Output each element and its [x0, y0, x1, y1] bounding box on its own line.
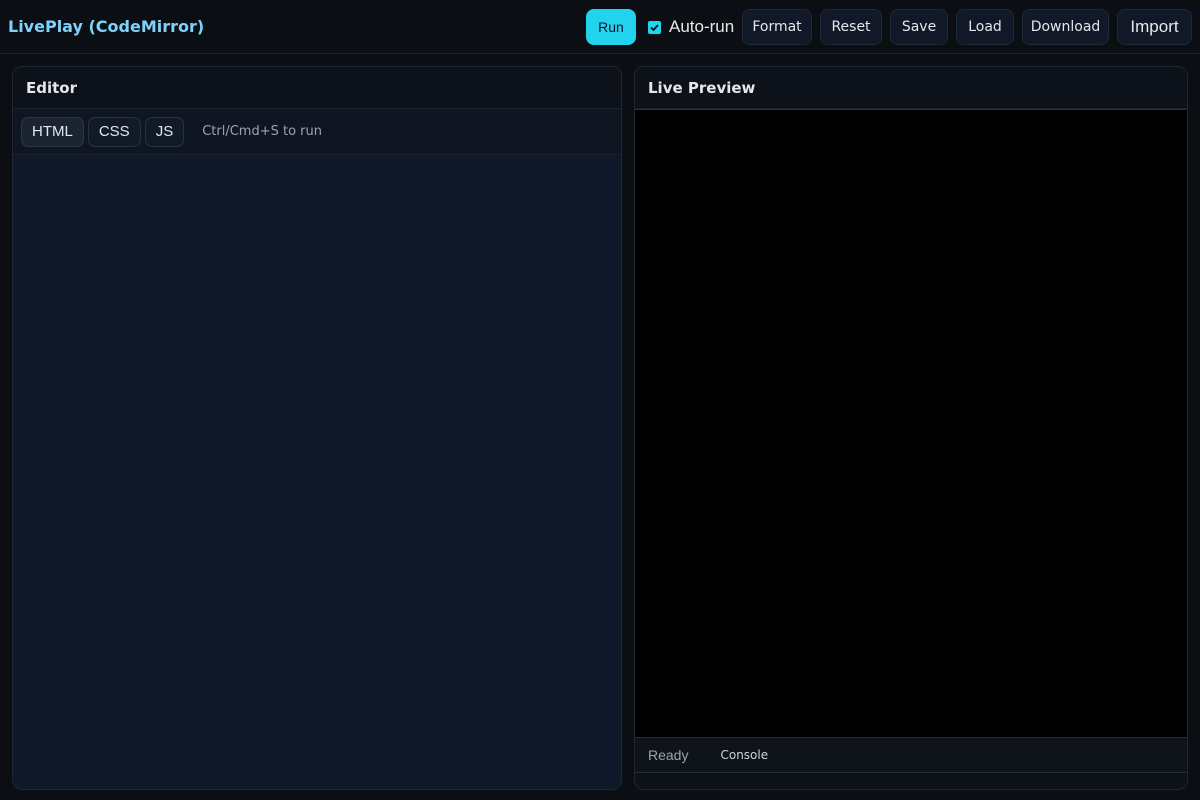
status-text: Ready: [648, 747, 689, 763]
preview-title: Live Preview: [635, 67, 1187, 109]
top-bar: LivePlay (CodeMirror) Run Auto-run Forma…: [0, 0, 1200, 54]
autorun-checkbox[interactable]: [648, 20, 661, 34]
autorun-label: Auto-run: [669, 17, 735, 36]
reset-button[interactable]: Reset: [820, 9, 882, 45]
save-button[interactable]: Save: [890, 9, 948, 45]
editor-tabs: HTML CSS JS Ctrl/Cmd+S to run: [13, 109, 621, 155]
run-button[interactable]: Run: [586, 9, 636, 45]
console-toggle[interactable]: Console: [720, 748, 768, 762]
editor-panel: Editor HTML CSS JS Ctrl/Cmd+S to run: [12, 66, 622, 790]
autorun-toggle[interactable]: Auto-run: [648, 17, 734, 37]
tab-js[interactable]: JS: [144, 116, 185, 147]
format-button[interactable]: Format: [742, 9, 812, 45]
code-editor[interactable]: [13, 155, 621, 789]
status-bar: Ready Console: [635, 737, 1187, 773]
import-button[interactable]: Import: [1117, 9, 1192, 45]
preview-panel: Live Preview Ready Console: [634, 66, 1188, 790]
tab-html[interactable]: HTML: [21, 116, 84, 147]
app-title: LivePlay (CodeMirror): [8, 17, 205, 36]
shortcut-hint: Ctrl/Cmd+S to run: [202, 124, 322, 139]
editor-title: Editor: [13, 67, 621, 109]
preview-frame[interactable]: [635, 109, 1187, 737]
check-icon: [650, 23, 659, 31]
load-button[interactable]: Load: [956, 9, 1014, 45]
tab-css[interactable]: CSS: [87, 116, 141, 147]
download-button[interactable]: Download: [1022, 9, 1109, 45]
